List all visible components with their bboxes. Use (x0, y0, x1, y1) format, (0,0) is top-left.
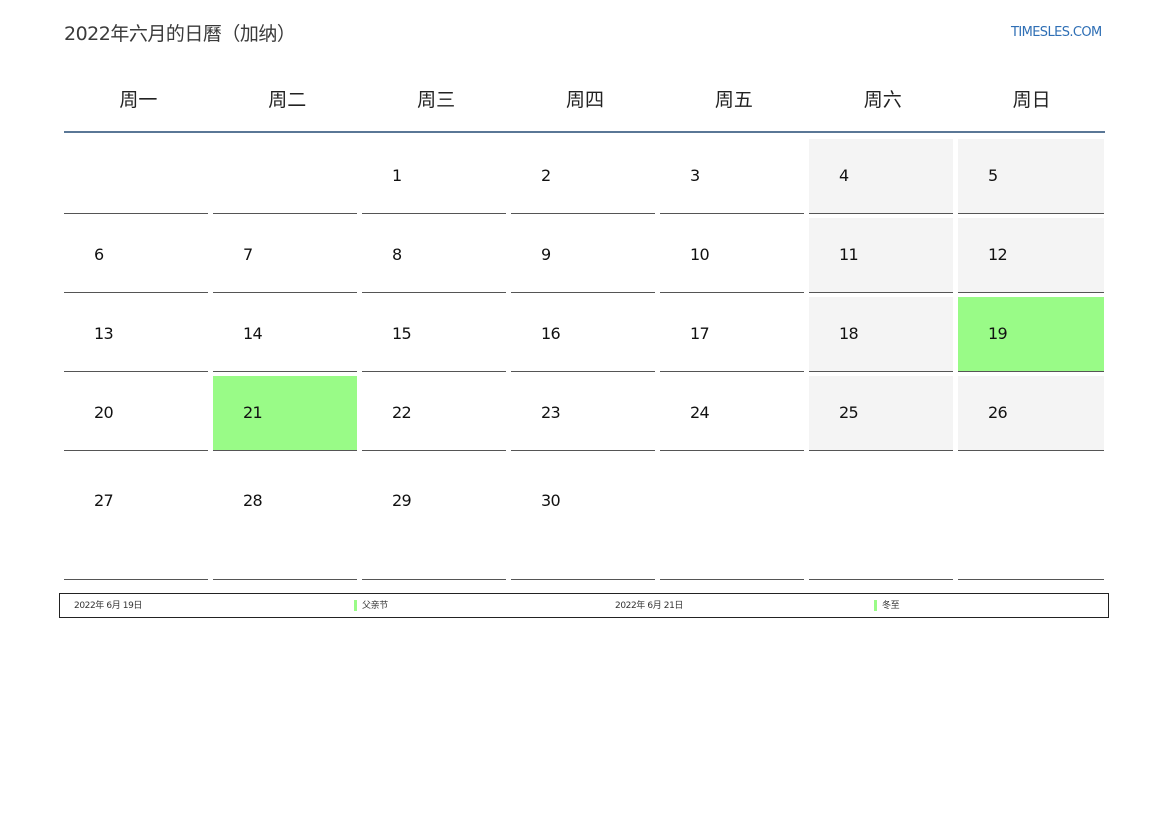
weekday-mon: 周一 (119, 89, 158, 111)
week-row-5: 27 28 29 30 (64, 455, 1106, 580)
day-number: 15 (392, 324, 412, 343)
holiday-name: 冬至 (882, 601, 900, 611)
day-cell: 20 (64, 376, 208, 451)
day-number: 27 (94, 491, 114, 510)
day-cell-weekend: 12 (958, 218, 1104, 293)
day-cell-weekend: 18 (809, 297, 953, 372)
day-cell: 8 (362, 218, 506, 293)
weekday-wed: 周三 (417, 89, 456, 111)
week-row-2: 6 7 8 9 10 11 12 (64, 218, 1106, 293)
day-number: 19 (988, 324, 1008, 343)
day-number: 6 (94, 245, 104, 264)
day-number: 5 (988, 166, 998, 185)
day-number: 13 (94, 324, 114, 343)
day-cell: 22 (362, 376, 506, 451)
day-number: 21 (243, 403, 263, 422)
calendar-grid: 1 2 3 4 5 6 7 8 9 10 11 12 13 14 15 16 1… (64, 139, 1106, 580)
day-cell (660, 455, 804, 580)
day-cell (64, 139, 208, 214)
day-cell: 28 (213, 455, 357, 580)
weekday-fri: 周五 (714, 89, 753, 111)
day-cell (958, 455, 1104, 580)
day-cell (809, 455, 953, 580)
day-cell: 9 (511, 218, 655, 293)
weekday-tue: 周二 (268, 89, 307, 111)
weekday-thu: 周四 (566, 89, 605, 111)
day-cell: 17 (660, 297, 804, 372)
day-cell: 7 (213, 218, 357, 293)
day-cell: 1 (362, 139, 506, 214)
day-number: 3 (690, 166, 700, 185)
week-row-1: 1 2 3 4 5 (64, 139, 1106, 214)
day-cell: 10 (660, 218, 804, 293)
day-number: 11 (839, 245, 859, 264)
holiday-date: 2022年 6月 19日 (74, 601, 143, 611)
day-number: 14 (243, 324, 263, 343)
day-number: 8 (392, 245, 402, 264)
day-cell-holiday: 19 (958, 297, 1104, 372)
day-number: 7 (243, 245, 253, 264)
day-cell: 29 (362, 455, 506, 580)
day-cell: 2 (511, 139, 655, 214)
day-number: 9 (541, 245, 551, 264)
day-cell: 13 (64, 297, 208, 372)
weekday-sat: 周六 (863, 89, 902, 111)
day-cell-weekend: 25 (809, 376, 953, 451)
day-number: 20 (94, 403, 114, 422)
week-row-4: 20 21 22 23 24 25 26 (64, 376, 1106, 451)
weekday-sun: 周日 (1012, 89, 1051, 111)
page-title: 2022年六月的日曆（加纳） (64, 23, 296, 45)
day-number: 10 (690, 245, 710, 264)
day-cell: 27 (64, 455, 208, 580)
weekday-header: 周一 周二 周三 周四 周五 周六 周日 (64, 80, 1106, 120)
header-divider (64, 131, 1105, 133)
day-number: 16 (541, 324, 561, 343)
day-cell: 14 (213, 297, 357, 372)
day-cell-weekend: 4 (809, 139, 953, 214)
day-cell: 3 (660, 139, 804, 214)
day-number: 24 (690, 403, 710, 422)
week-row-3: 13 14 15 16 17 18 19 (64, 297, 1106, 372)
day-number: 25 (839, 403, 859, 422)
day-number: 2 (541, 166, 551, 185)
day-cell: 30 (511, 455, 655, 580)
holiday-legend: 2022年 6月 19日 父亲节 2022年 6月 21日 冬至 (59, 593, 1109, 618)
day-number: 18 (839, 324, 859, 343)
day-cell-weekend: 11 (809, 218, 953, 293)
day-number: 12 (988, 245, 1008, 264)
day-cell: 24 (660, 376, 804, 451)
day-number: 22 (392, 403, 412, 422)
day-cell-weekend: 26 (958, 376, 1104, 451)
day-number: 30 (541, 491, 561, 510)
day-cell: 16 (511, 297, 655, 372)
day-number: 29 (392, 491, 412, 510)
day-number: 23 (541, 403, 561, 422)
holiday-date: 2022年 6月 21日 (615, 601, 684, 611)
site-link[interactable]: TIMESLES.COM (1011, 25, 1102, 40)
day-number: 1 (392, 166, 402, 185)
day-cell (213, 139, 357, 214)
day-number: 17 (690, 324, 710, 343)
day-number: 28 (243, 491, 263, 510)
holiday-color-marker (354, 600, 357, 611)
day-cell: 15 (362, 297, 506, 372)
day-cell-holiday: 21 (213, 376, 357, 451)
day-cell-weekend: 5 (958, 139, 1104, 214)
holiday-name: 父亲节 (362, 601, 388, 611)
holiday-color-marker (874, 600, 877, 611)
day-number: 4 (839, 166, 849, 185)
day-cell: 23 (511, 376, 655, 451)
day-cell: 6 (64, 218, 208, 293)
day-number: 26 (988, 403, 1008, 422)
